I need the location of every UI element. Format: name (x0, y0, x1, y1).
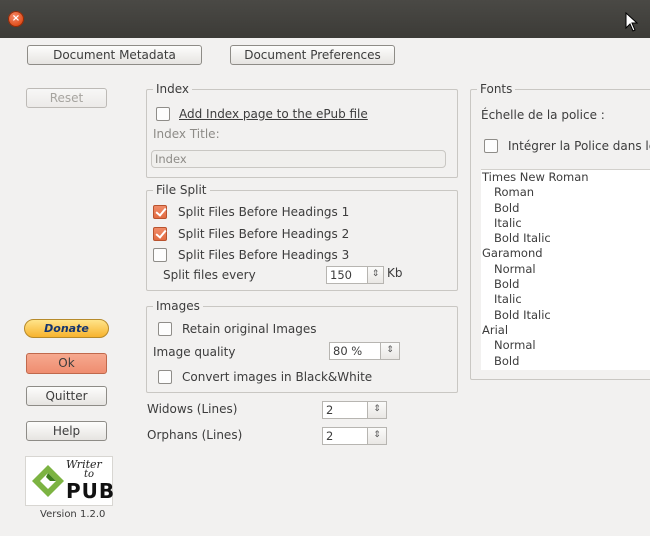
fonts-legend: Fonts (480, 82, 513, 96)
window-close-button[interactable]: × (8, 11, 24, 27)
index-title-input[interactable]: Index (151, 150, 446, 168)
image-quality-stepper[interactable]: ⇕ (381, 342, 400, 360)
font-list-item[interactable]: Normal (482, 338, 650, 353)
font-list-item[interactable]: Roman (482, 185, 650, 200)
embed-font-checkbox[interactable] (484, 139, 498, 153)
add-index-page-checkbox[interactable] (156, 107, 170, 121)
index-title-label: Index Title: (153, 127, 220, 141)
image-quality-input[interactable]: 80 % (329, 342, 381, 360)
font-list-item[interactable]: Bold Italic (482, 231, 650, 246)
images-legend: Images (156, 299, 200, 313)
split-every-unit: Kb (387, 266, 403, 280)
document-metadata-button[interactable]: Document Metadata (27, 45, 202, 65)
logo-text-pub: PUB (66, 479, 116, 503)
orphans-label: Orphans (Lines) (147, 428, 243, 442)
font-list-item[interactable]: Bold (482, 354, 650, 369)
font-list-item[interactable]: Bold Italic (482, 308, 650, 323)
split-headings-3-checkbox[interactable] (153, 248, 167, 262)
font-scale-label: Échelle de la police : (481, 108, 605, 122)
retain-images-label: Retain original Images (182, 322, 317, 336)
font-list-item[interactable]: Bold (482, 201, 650, 216)
version-label: Version 1.2.0 (40, 509, 106, 520)
split-every-stepper[interactable]: ⇕ (368, 266, 384, 284)
font-list[interactable]: Times New Roman Roman Bold Italic Bold I… (481, 169, 650, 370)
convert-bw-label: Convert images in Black&White (182, 370, 373, 384)
window-titlebar: × (0, 0, 650, 38)
file-split-legend: File Split (156, 183, 207, 197)
split-headings-3-label: Split Files Before Headings 3 (178, 248, 350, 262)
convert-bw-checkbox[interactable] (158, 370, 172, 384)
font-list-item[interactable]: Bold (482, 277, 650, 292)
font-list-item[interactable]: Garamond (482, 246, 650, 261)
add-index-page-label: Add Index page to the ePub file (179, 107, 368, 121)
orphans-stepper[interactable]: ⇕ (368, 427, 387, 445)
widows-input[interactable]: 2 (322, 401, 368, 419)
split-headings-2-checkbox[interactable] (153, 227, 167, 241)
split-headings-1-label: Split Files Before Headings 1 (178, 205, 350, 219)
reset-button[interactable]: Reset (26, 88, 107, 108)
writer2epub-logo: Writer to PUB (25, 456, 116, 506)
font-list-item[interactable]: Normal (482, 262, 650, 277)
ok-button[interactable]: Ok (26, 353, 107, 374)
index-legend: Index (156, 82, 190, 96)
embed-font-label: Intégrer la Police dans le (508, 139, 650, 153)
font-list-item[interactable]: Italic (482, 216, 650, 231)
split-headings-1-checkbox[interactable] (153, 205, 167, 219)
retain-images-checkbox[interactable] (158, 322, 172, 336)
font-list-item[interactable]: Italic (482, 292, 650, 307)
split-every-label: Split files every (163, 268, 256, 282)
split-every-input[interactable]: 150 (326, 266, 368, 284)
help-button[interactable]: Help (26, 421, 107, 441)
mouse-pointer-icon (625, 12, 639, 32)
widows-label: Widows (Lines) (147, 402, 238, 416)
donate-button[interactable]: Donate (24, 319, 109, 338)
font-list-item[interactable]: Arial (482, 323, 650, 338)
document-preferences-button[interactable]: Document Preferences (230, 45, 395, 65)
orphans-input[interactable]: 2 (322, 427, 368, 445)
split-headings-2-label: Split Files Before Headings 2 (178, 227, 350, 241)
quit-button[interactable]: Quitter (26, 386, 107, 406)
widows-stepper[interactable]: ⇕ (368, 401, 387, 419)
add-index-page-label-text: Add Index page to the ePub file (179, 107, 368, 121)
font-list-item[interactable]: Times New Roman (482, 170, 650, 185)
image-quality-label: Image quality (153, 345, 236, 359)
